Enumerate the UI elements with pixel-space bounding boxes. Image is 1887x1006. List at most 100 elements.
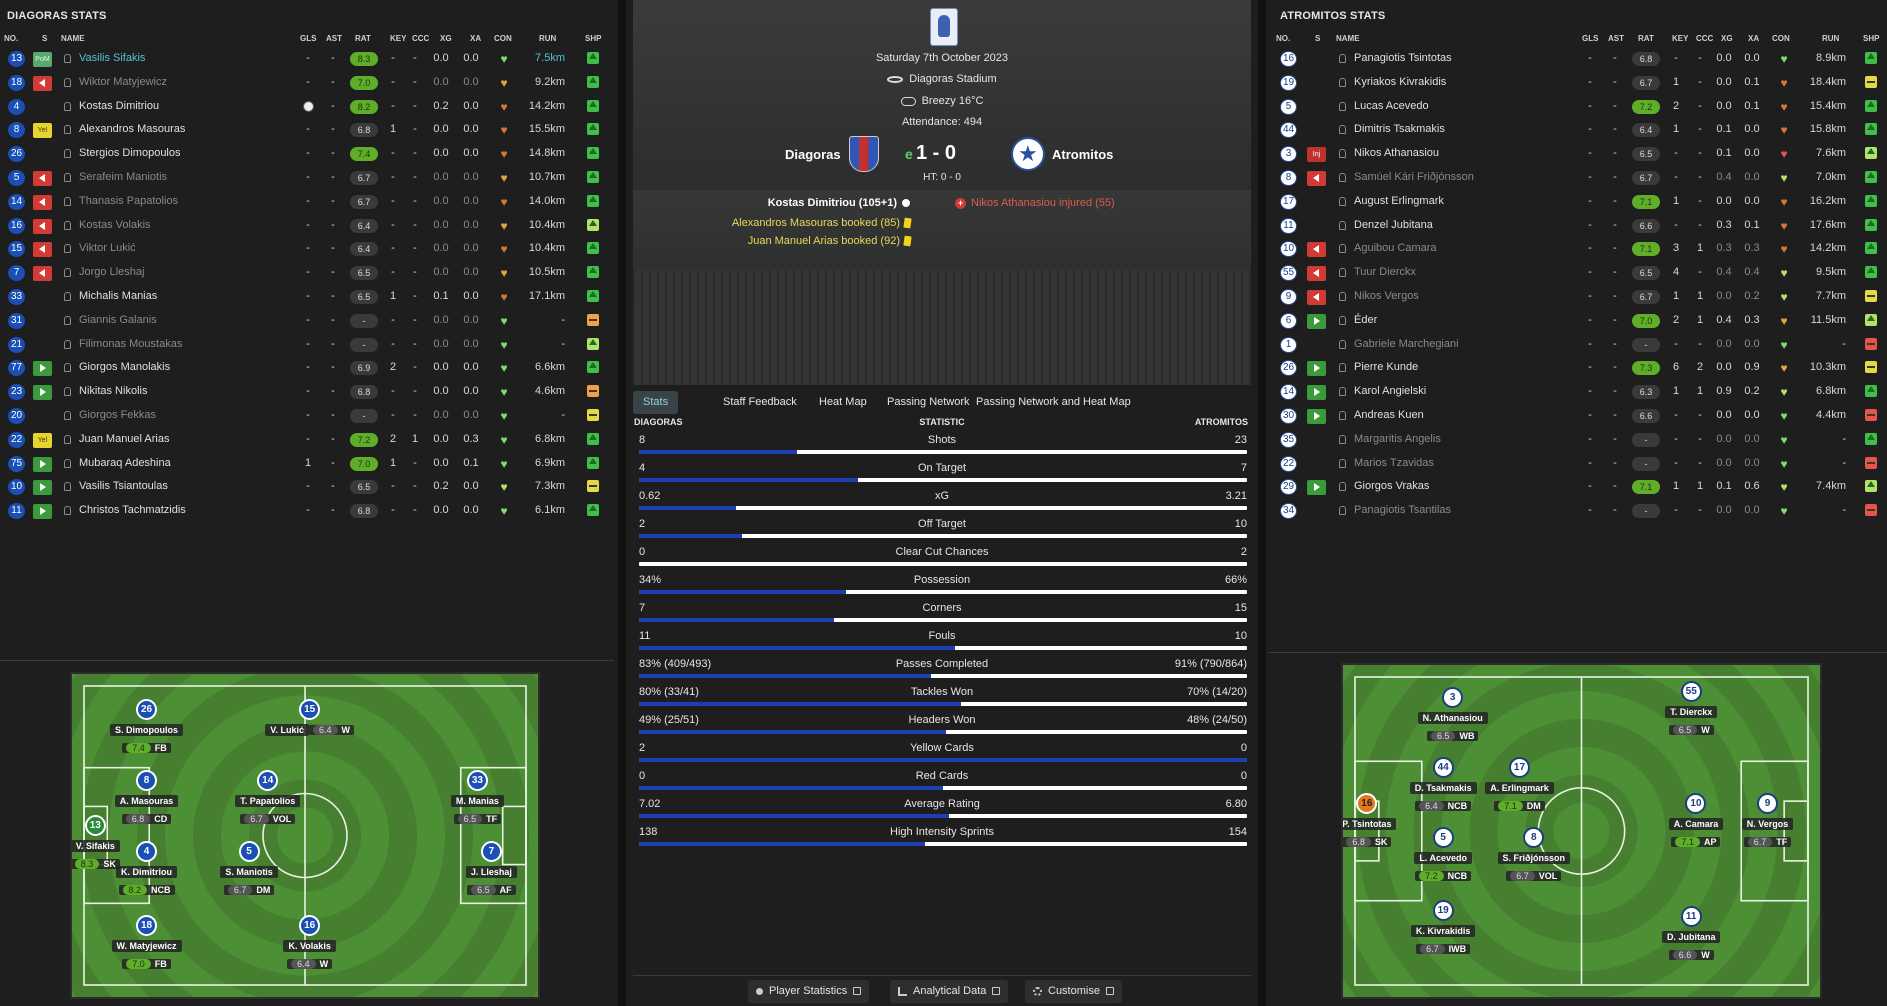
pitch-player[interactable]: 17 A. Erlingmark 7.1 DM bbox=[1474, 756, 1564, 814]
column-header-xa[interactable]: XA bbox=[470, 34, 481, 43]
table-row[interactable]: 5 Lucas Acevedo - - 2 - 0.0 0.1 7.2 ♥ 15.4km bbox=[1269, 95, 1887, 119]
player-name[interactable]: Vasilis Sifakis bbox=[79, 52, 145, 64]
table-row[interactable]: 19 Kyriakos Kivrakidis - - 1 - 0.0 0.1 6.7 ♥ 18.4k… bbox=[1269, 71, 1887, 95]
table-row[interactable]: 16 Panagiotis Tsintotas - - - - 0.0 0.0 6.8 ♥ 8.9k… bbox=[1269, 47, 1887, 71]
column-header-s[interactable]: S bbox=[1315, 34, 1320, 43]
stat-row[interactable]: 80% (33/41) Tackles Won 70% (14/20) bbox=[633, 683, 1251, 711]
tab-stats[interactable]: Stats bbox=[633, 391, 679, 414]
column-header-con[interactable]: CON bbox=[494, 34, 512, 43]
table-row[interactable]: 8 Samúel Kári Friðjónsson - - - - 0.4 0.0 6.7 ♥ 7.… bbox=[1269, 166, 1887, 190]
pitch-player[interactable]: 16 K. Volakis 6.4 W bbox=[265, 914, 355, 972]
column-header-s[interactable]: S bbox=[42, 34, 47, 43]
analytical-data-button[interactable]: Analytical Data bbox=[890, 980, 1009, 1003]
column-header-ccc[interactable]: CCC bbox=[412, 34, 429, 43]
player-name[interactable]: Panagiotis Tsantilas bbox=[1354, 504, 1451, 516]
column-header-gls[interactable]: GLS bbox=[300, 34, 316, 43]
table-row[interactable]: 31 Giannis Galanis - - - -0.0 0.0- ♥ - bbox=[0, 309, 614, 333]
column-header-shp[interactable]: SHP bbox=[585, 34, 601, 43]
player-name[interactable]: Serafeim Maniotis bbox=[79, 171, 167, 183]
pitch-player[interactable]: 4 K. Dimitriou 8.2 NCB bbox=[102, 840, 192, 898]
column-header-name[interactable]: NAME bbox=[1336, 34, 1360, 43]
stat-row[interactable]: 138 High Intensity Sprints 154 bbox=[633, 823, 1251, 851]
column-header-con[interactable]: CON bbox=[1772, 34, 1790, 43]
player-name[interactable]: Denzel Jubitana bbox=[1354, 219, 1433, 231]
player-name[interactable]: Christos Tachmatzidis bbox=[79, 504, 186, 516]
player-name[interactable]: Éder bbox=[1354, 314, 1377, 326]
table-row[interactable]: 14 Karol Angielski - - 1 1 0.9 0.2 6.3 ♥ 6.8km bbox=[1269, 380, 1887, 404]
player-name[interactable]: Juan Manuel Arias bbox=[79, 433, 170, 445]
player-name[interactable]: August Erlingmark bbox=[1354, 195, 1444, 207]
table-row[interactable]: 11 Denzel Jubitana - - - - 0.3 0.1 6.6 ♥ 17.6km bbox=[1269, 214, 1887, 238]
table-row[interactable]: 3 Inj Nikos Athanasiou - - - - 0.1 0.0 6.5 ♥ 7.6km bbox=[1269, 142, 1887, 166]
table-row[interactable]: 23 Nikitas Nikolis - - - - 0.0 0.0 6.8 ♥ 4.6km bbox=[0, 380, 614, 404]
pitch-player[interactable]: 11 D. Jubitana 6.6 W bbox=[1646, 906, 1736, 963]
table-row[interactable]: 8 Yel Alexandros Masouras - - 1 - 0.0 0.0 6.8 ♥ 15.… bbox=[0, 118, 614, 142]
player-name[interactable]: Nikitas Nikolis bbox=[79, 385, 147, 397]
column-header-ast[interactable]: AST bbox=[326, 34, 342, 43]
home-team-name[interactable]: Diagoras bbox=[785, 147, 841, 162]
tab-passing-network-heat-map[interactable]: Passing Network and Heat Map bbox=[966, 391, 1141, 414]
table-row[interactable]: 5 Serafeim Maniotis - - - - 0.0 0.0 6.7 ♥ 10.7km bbox=[0, 166, 614, 190]
player-name[interactable]: Giorgos Manolakis bbox=[79, 361, 170, 373]
player-name[interactable]: Margaritis Angelis bbox=[1354, 433, 1441, 445]
column-header-no[interactable]: NO. bbox=[1276, 34, 1290, 43]
tab-staff-feedback[interactable]: Staff Feedback bbox=[713, 391, 807, 414]
stat-row[interactable]: 8 Shots 23 bbox=[633, 431, 1251, 459]
column-header-rat[interactable]: RAT bbox=[1638, 34, 1654, 43]
home-team-badge[interactable] bbox=[849, 136, 879, 172]
table-row[interactable]: 29 Giorgos Vrakas - - 1 1 0.1 0.6 7.1 ♥ 7.4km bbox=[1269, 475, 1887, 499]
table-row[interactable]: 7 Jorgo Lleshaj - - - - 0.0 0.0 6.5 ♥ 10.5km bbox=[0, 261, 614, 285]
table-row[interactable]: 34 Panagiotis Tsantilas - - - - 0.0 0.0 - ♥ - bbox=[1269, 499, 1887, 523]
tab-heat-map[interactable]: Heat Map bbox=[809, 391, 877, 414]
column-header-shp[interactable]: SHP bbox=[1863, 34, 1879, 43]
booking-event[interactable]: Juan Manuel Arias booked (92) bbox=[748, 235, 912, 247]
table-row[interactable]: 9 Nikos Vergos - - 1 1 0.0 0.2 6.7 ♥ 7.7km bbox=[1269, 285, 1887, 309]
column-header-no[interactable]: NO. bbox=[4, 34, 18, 43]
pitch-player[interactable]: 18 W. Matyjewicz 7.0 FB bbox=[102, 914, 192, 972]
pitch-player[interactable]: 5 L. Acevedo 7.2 NCB bbox=[1398, 826, 1488, 884]
table-row[interactable]: 16 Kostas Volakis - - - - 0.0 0.0 6.4 ♥ 10.4km bbox=[0, 214, 614, 238]
pitch-player[interactable]: 7 J. Lleshaj 6.5 AF bbox=[446, 840, 536, 898]
column-header-run[interactable]: RUN bbox=[539, 34, 556, 43]
player-name[interactable]: Tuur Dierckx bbox=[1354, 266, 1416, 278]
pitch-player[interactable]: 26 S. Dimopoulos 7.4 FB bbox=[102, 698, 192, 756]
stat-row[interactable]: 2 Yellow Cards 0 bbox=[633, 739, 1251, 767]
pitch-player[interactable]: 55 T. Dierckx 6.5 W bbox=[1646, 680, 1736, 738]
table-row[interactable]: 44 Dimitris Tsakmakis - - 1 - 0.1 0.0 6.4 ♥ 15.8km bbox=[1269, 118, 1887, 142]
column-header-ast[interactable]: AST bbox=[1608, 34, 1624, 43]
column-header-xa[interactable]: XA bbox=[1748, 34, 1759, 43]
stat-row[interactable]: 7 Corners 15 bbox=[633, 599, 1251, 627]
stat-row[interactable]: 49% (25/51) Headers Won 48% (24/50) bbox=[633, 711, 1251, 739]
player-name[interactable]: Vasilis Tsiantoulas bbox=[79, 480, 168, 492]
player-name[interactable]: Andreas Kuen bbox=[1354, 409, 1424, 421]
player-name[interactable]: Pierre Kunde bbox=[1354, 361, 1418, 373]
player-name[interactable]: Panagiotis Tsintotas bbox=[1354, 52, 1452, 64]
pitch-player[interactable]: 15 V. Lukić 6.4 W bbox=[265, 698, 355, 738]
table-row[interactable]: 77 Giorgos Manolakis - - 2 - 0.0 0.0 6.9 ♥ 6.6km bbox=[0, 356, 614, 380]
stat-row[interactable]: 34% Possession 66% bbox=[633, 571, 1251, 599]
table-row[interactable]: 21 Filimonas Moustakas - - - -0.0 0.0- ♥ - bbox=[0, 333, 614, 357]
column-header-rat[interactable]: RAT bbox=[355, 34, 371, 43]
column-header-gls[interactable]: GLS bbox=[1582, 34, 1598, 43]
table-row[interactable]: 22 Yel Juan Manuel Arias - - 2 1 0.0 0.3 7.2 ♥ 6.8k… bbox=[0, 428, 614, 452]
player-name[interactable]: Giorgos Fekkas bbox=[79, 409, 156, 421]
player-name[interactable]: Karol Angielski bbox=[1354, 385, 1426, 397]
booking-event[interactable]: Alexandros Masouras booked (85) bbox=[732, 217, 912, 229]
stat-row[interactable]: 0 Clear Cut Chances 2 bbox=[633, 543, 1251, 571]
player-name[interactable]: Gabriele Marchegiani bbox=[1354, 338, 1459, 350]
table-row[interactable]: 55 Tuur Dierckx - - 4 - 0.4 0.4 6.5 ♥ 9.5km bbox=[1269, 261, 1887, 285]
table-row[interactable]: 10 Aguibou Camara - - 3 1 0.3 0.3 7.1 ♥ 14.2km bbox=[1269, 237, 1887, 261]
table-row[interactable]: 4 Kostas Dimitriou - - - 0.2 0.0 8.2 ♥ 14.2km bbox=[0, 95, 614, 119]
table-row[interactable]: 33 Michalis Manias - - 1 - 0.1 0.0 6.5 ♥ 17.1km bbox=[0, 285, 614, 309]
player-name[interactable]: Thanasis Papatolios bbox=[79, 195, 178, 207]
table-row[interactable]: 75 Mubaraq Adeshina 1 - 1 - 0.0 0.1 7.0 ♥ 6.9km bbox=[0, 452, 614, 476]
column-header-ccc[interactable]: CCC bbox=[1696, 34, 1713, 43]
player-name[interactable]: Jorgo Lleshaj bbox=[79, 266, 144, 278]
pitch-player[interactable]: 8 S. Friðjónsson 6.7 VOL bbox=[1489, 826, 1579, 884]
player-name[interactable]: Giorgos Vrakas bbox=[1354, 480, 1429, 492]
table-row[interactable]: 22 Marios Tzavidas - - - - 0.0 0.0 - ♥ - bbox=[1269, 452, 1887, 476]
stat-row[interactable]: 11 Fouls 10 bbox=[633, 627, 1251, 655]
column-header-key[interactable]: KEY bbox=[1672, 34, 1688, 43]
column-header-run[interactable]: RUN bbox=[1822, 34, 1839, 43]
column-header-name[interactable]: NAME bbox=[61, 34, 85, 43]
